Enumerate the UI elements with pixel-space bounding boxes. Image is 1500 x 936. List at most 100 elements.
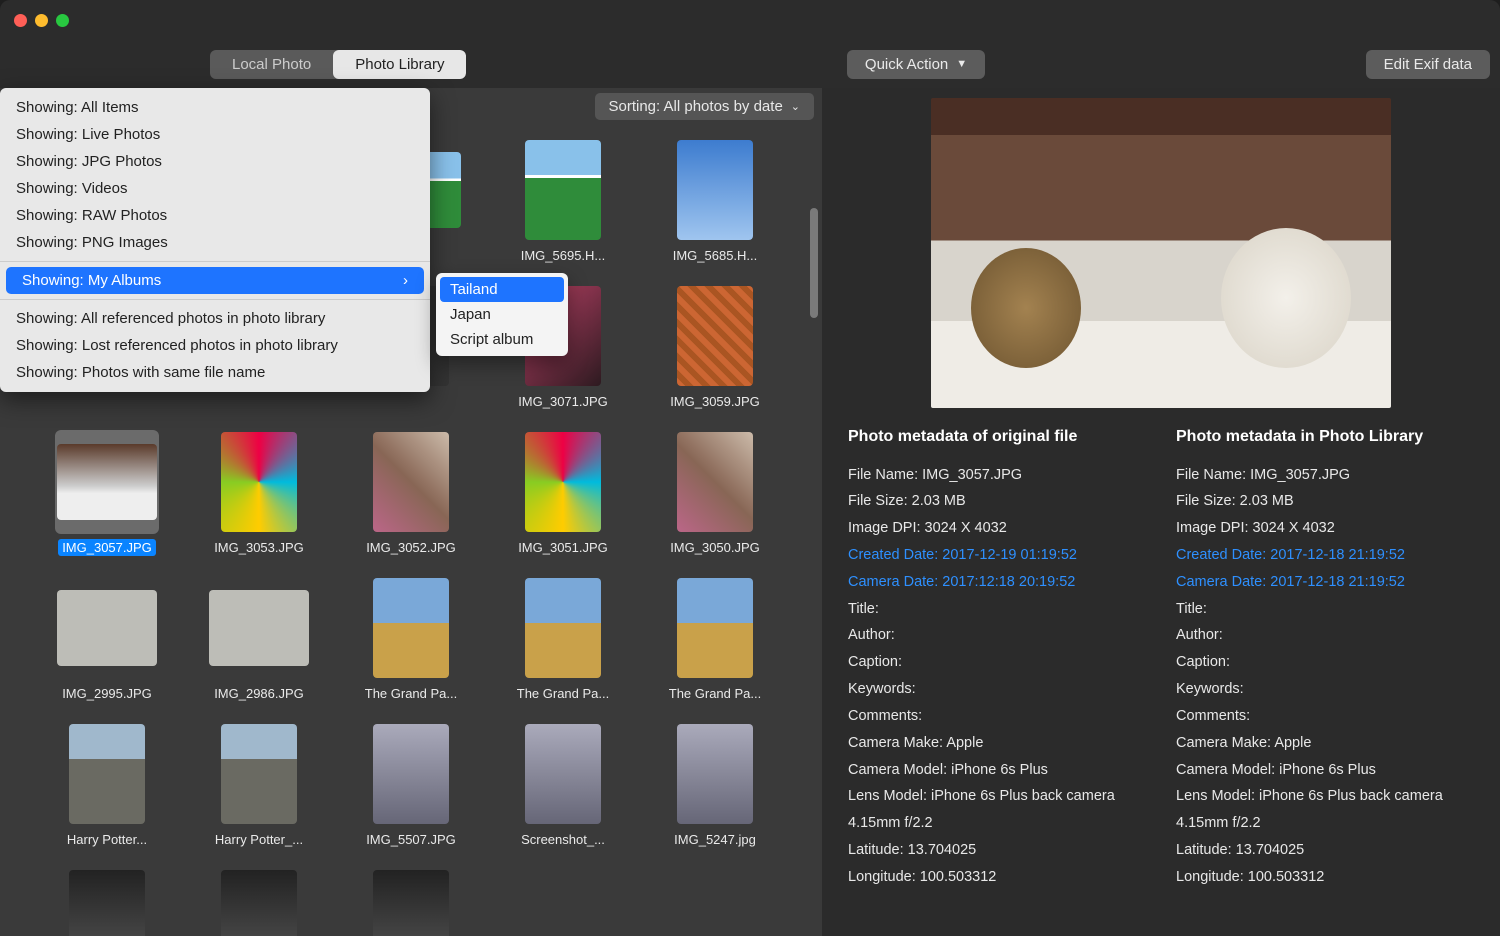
thumbnail-cell[interactable] xyxy=(648,868,782,936)
thumbnail-cell[interactable]: IMG_3053.JPG xyxy=(192,430,326,556)
metadata-row: Image DPI: 3024 X 4032 xyxy=(848,515,1146,542)
metadata-row: Camera Model: iPhone 6s Plus xyxy=(848,757,1146,784)
menu-item[interactable]: Showing: RAW Photos xyxy=(0,202,430,229)
thumbnail-image xyxy=(55,868,159,936)
thumbnail-cell[interactable]: IMG_3051.JPG xyxy=(496,430,630,556)
thumbnail-label xyxy=(407,393,415,395)
thumbnail-cell[interactable] xyxy=(344,868,478,936)
metadata-original-col: Photo metadata of original file File Nam… xyxy=(848,422,1146,891)
metadata-row: Image DPI: 3024 X 4032 xyxy=(1176,515,1474,542)
thumbnail-cell[interactable]: Screenshot_... xyxy=(496,722,630,848)
thumbnail-cell[interactable]: IMG_3052.JPG xyxy=(344,430,478,556)
thumbnail-cell[interactable]: IMG_3050.JPG xyxy=(648,430,782,556)
thumbnail-cell[interactable]: IMG_3057.JPG xyxy=(40,430,174,556)
thumbnail-label: IMG_5685.H... xyxy=(669,247,762,264)
thumbnail-cell[interactable] xyxy=(496,868,630,936)
thumbnail-image xyxy=(55,722,159,826)
metadata-row: Created Date: 2017-12-19 01:19:52 xyxy=(848,542,1146,569)
thumbnail-cell[interactable]: IMG_5247.jpg xyxy=(648,722,782,848)
thumbnail-cell[interactable] xyxy=(40,868,174,936)
thumbnail-pane: Showing: All Items ⌄ Sorting: All photos… xyxy=(0,88,822,936)
thumbnail-label: IMG_3057.JPG xyxy=(58,539,156,556)
thumbnail-image xyxy=(359,722,463,826)
metadata-row: Latitude: 13.704025 xyxy=(848,837,1146,864)
thumbnail-image xyxy=(511,868,615,936)
thumbnail-image xyxy=(663,576,767,680)
sorting-dropdown[interactable]: Sorting: All photos by date ⌄ xyxy=(595,93,815,120)
menu-item[interactable]: Showing: All referenced photos in photo … xyxy=(0,305,430,332)
thumbnail-label: IMG_3071.JPG xyxy=(514,393,612,410)
thumbnail-image xyxy=(359,868,463,936)
zoom-icon[interactable] xyxy=(56,14,69,27)
thumbnail-image xyxy=(663,722,767,826)
thumbnail-label: IMG_5695.H... xyxy=(517,247,610,264)
thumbnail-label: IMG_5507.JPG xyxy=(362,831,460,848)
tab-local-photo[interactable]: Local Photo xyxy=(210,50,333,79)
chevron-down-icon: ▼ xyxy=(956,58,967,70)
minimize-icon[interactable] xyxy=(35,14,48,27)
thumbnail-cell[interactable]: IMG_5695.H... xyxy=(496,138,630,264)
menu-item[interactable]: Showing: All Items xyxy=(0,94,430,121)
submenu-item[interactable]: Tailand xyxy=(440,277,564,302)
thumbnail-image xyxy=(359,576,463,680)
metadata-row: Author: xyxy=(1176,622,1474,649)
thumbnail-cell[interactable]: IMG_3059.JPG xyxy=(648,284,782,410)
tab-photo-library[interactable]: Photo Library xyxy=(333,50,466,79)
thumbnail-image xyxy=(663,868,767,936)
metadata-row: Caption: xyxy=(848,649,1146,676)
menu-item[interactable]: Showing: Videos xyxy=(0,175,430,202)
thumbnail-cell[interactable]: The Grand Pa... xyxy=(648,576,782,702)
thumbnail-image xyxy=(207,722,311,826)
thumbnail-image xyxy=(55,430,159,534)
menu-item[interactable]: Showing: Live Photos xyxy=(0,121,430,148)
metadata-row: Camera Date: 2017-12-18 21:19:52 xyxy=(1176,569,1474,596)
thumbnail-cell[interactable]: IMG_5685.H... xyxy=(648,138,782,264)
thumbnail-label xyxy=(255,393,263,395)
menu-item[interactable]: Showing: JPG Photos xyxy=(0,148,430,175)
metadata-row: Title: xyxy=(848,596,1146,623)
menu-item[interactable]: Showing: PNG Images xyxy=(0,229,430,256)
thumbnail-label: IMG_2995.JPG xyxy=(58,685,156,702)
thumbnail-label: IMG_3052.JPG xyxy=(362,539,460,556)
thumbnail-label: Harry Potter... xyxy=(63,831,151,848)
thumbnail-label: The Grand Pa... xyxy=(361,685,462,702)
menu-item[interactable]: Showing: Photos with same file name xyxy=(0,359,430,386)
thumbnail-cell[interactable]: The Grand Pa... xyxy=(344,576,478,702)
thumbnail-cell[interactable]: IMG_5507.JPG xyxy=(344,722,478,848)
menu-item[interactable]: Showing: Lost referenced photos in photo… xyxy=(0,332,430,359)
quick-action-label: Quick Action xyxy=(865,56,948,73)
metadata-original-title: Photo metadata of original file xyxy=(848,422,1146,452)
albums-submenu: TailandJapanScript album xyxy=(436,273,568,356)
thumbnail-label: IMG_3059.JPG xyxy=(666,393,764,410)
thumbnail-cell[interactable]: Harry Potter_... xyxy=(192,722,326,848)
thumbnail-cell[interactable]: The Grand Pa... xyxy=(496,576,630,702)
thumbnail-image xyxy=(511,576,615,680)
thumbnail-image xyxy=(663,138,767,242)
thumbnail-label: IMG_2986.JPG xyxy=(210,685,308,702)
metadata-row: File Size: 2.03 MB xyxy=(848,488,1146,515)
close-icon[interactable] xyxy=(14,14,27,27)
submenu-item[interactable]: Japan xyxy=(440,302,564,327)
preview-image xyxy=(931,98,1391,408)
thumbnail-cell[interactable] xyxy=(192,868,326,936)
edit-exif-button[interactable]: Edit Exif data xyxy=(1366,50,1490,79)
thumbnail-image xyxy=(663,430,767,534)
metadata-row: File Name: IMG_3057.JPG xyxy=(848,462,1146,489)
detail-pane: Photo metadata of original file File Nam… xyxy=(822,88,1500,936)
thumbnail-cell[interactable]: IMG_2995.JPG xyxy=(40,576,174,702)
thumbnail-image xyxy=(55,576,159,680)
metadata-row: Keywords: xyxy=(848,676,1146,703)
thumbnail-label: IMG_3053.JPG xyxy=(210,539,308,556)
thumbnail-cell[interactable]: Harry Potter... xyxy=(40,722,174,848)
submenu-item[interactable]: Script album xyxy=(440,327,564,352)
thumbnail-cell[interactable]: IMG_2986.JPG xyxy=(192,576,326,702)
metadata-library-title: Photo metadata in Photo Library xyxy=(1176,422,1474,452)
metadata-row: Camera Make: Apple xyxy=(848,730,1146,757)
metadata-row: Camera Make: Apple xyxy=(1176,730,1474,757)
thumbnail-label xyxy=(103,393,111,395)
thumbnail-label: The Grand Pa... xyxy=(665,685,766,702)
quick-action-button[interactable]: Quick Action ▼ xyxy=(847,50,985,79)
menu-item-my-albums[interactable]: Showing: My Albums› xyxy=(6,267,424,294)
titlebar xyxy=(0,0,1500,40)
thumbnail-label: IMG_3050.JPG xyxy=(666,539,764,556)
